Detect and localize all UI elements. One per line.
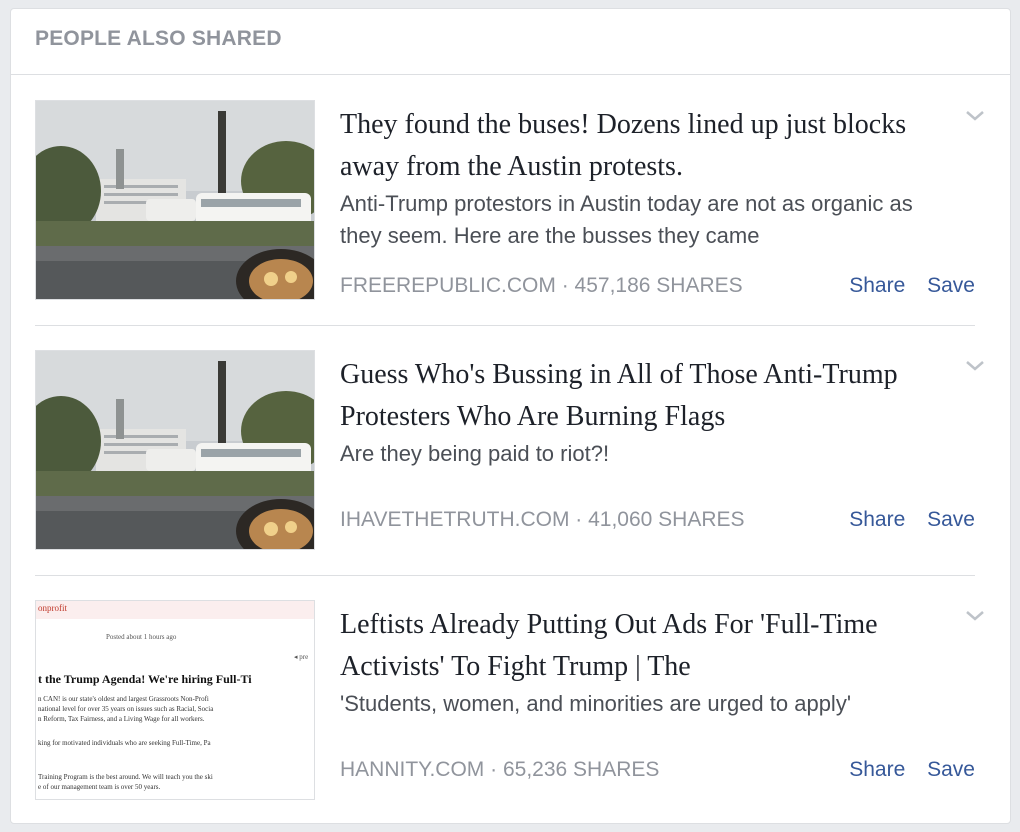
panel-header: PEOPLE ALSO SHARED [11,9,1010,75]
share-button[interactable]: Share [849,758,905,781]
thumb-line: e of our management team is over 50 year… [38,783,161,791]
story-description: 'Students, women, and minorities are urg… [340,691,852,716]
shared-story-item[interactable]: Guess Who's Bussing in All of Those Anti… [35,350,984,550]
story-headline[interactable]: Leftists Already Putting Out Ads For 'Fu… [340,604,925,688]
chevron-down-icon[interactable] [961,606,989,626]
story-headline[interactable]: Guess Who's Bussing in All of Those Anti… [340,354,925,438]
thumb-tag: onprofit [38,603,67,613]
story-description: Are they being paid to riot?! [340,441,610,466]
thumb-line: national level for over 35 years on issu… [38,705,214,713]
story-source: HANNITY.COM · 65,236 SHARES [340,758,660,781]
save-button[interactable]: Save [927,274,975,297]
story-meta: FREEREPUBLIC.COM · 457,186 SHARES Share … [340,274,975,302]
panel-title: PEOPLE ALSO SHARED [35,27,282,50]
story-thumbnail[interactable] [35,100,315,300]
chevron-down-icon[interactable] [961,106,989,126]
story-thumbnail[interactable] [35,350,315,550]
save-button[interactable]: Save [927,758,975,781]
thumb-posted: Posted about 1 hours ago [106,633,177,641]
story-source: FREEREPUBLIC.COM · 457,186 SHARES [340,274,743,297]
story-text[interactable]: Leftists Already Putting Out Ads For 'Fu… [340,600,925,720]
svg-text:◂ pre: ◂ pre [294,653,308,661]
save-button[interactable]: Save [927,508,975,531]
shared-story-item[interactable]: onprofit Posted about 1 hours ago ◂ pre … [35,600,984,800]
story-headline[interactable]: They found the buses! Dozens lined up ju… [340,104,925,188]
thumb-line: Training Program is the best around. We … [38,773,213,781]
thumb-line: n Reform, Tax Fairness, and a Living Wag… [38,715,205,723]
thumb-line: king for motivated individuals who are s… [38,739,211,747]
story-thumbnail[interactable]: onprofit Posted about 1 hours ago ◂ pre … [35,600,315,800]
share-button[interactable]: Share [849,508,905,531]
shared-story-item[interactable]: They found the buses! Dozens lined up ju… [35,100,984,302]
story-source: IHAVETHETRUTH.COM · 41,060 SHARES [340,508,745,531]
share-button[interactable]: Share [849,274,905,297]
thumb-line: n CAN! is our state's oldest and largest… [38,695,209,703]
story-text[interactable]: They found the buses! Dozens lined up ju… [340,100,925,252]
item-divider [35,325,975,326]
thumb-heading: t the Trump Agenda! We're hiring Full-Ti [38,672,252,686]
story-text[interactable]: Guess Who's Bussing in All of Those Anti… [340,350,925,470]
item-divider [35,575,975,576]
story-meta: HANNITY.COM · 65,236 SHARES Share Save [340,758,975,786]
story-meta: IHAVETHETRUTH.COM · 41,060 SHARES Share … [340,508,975,536]
people-also-shared-panel: PEOPLE ALSO SHARED They found the buses!… [10,8,1011,824]
chevron-down-icon[interactable] [961,356,989,376]
story-description: Anti-Trump protestors in Austin today ar… [340,191,913,248]
